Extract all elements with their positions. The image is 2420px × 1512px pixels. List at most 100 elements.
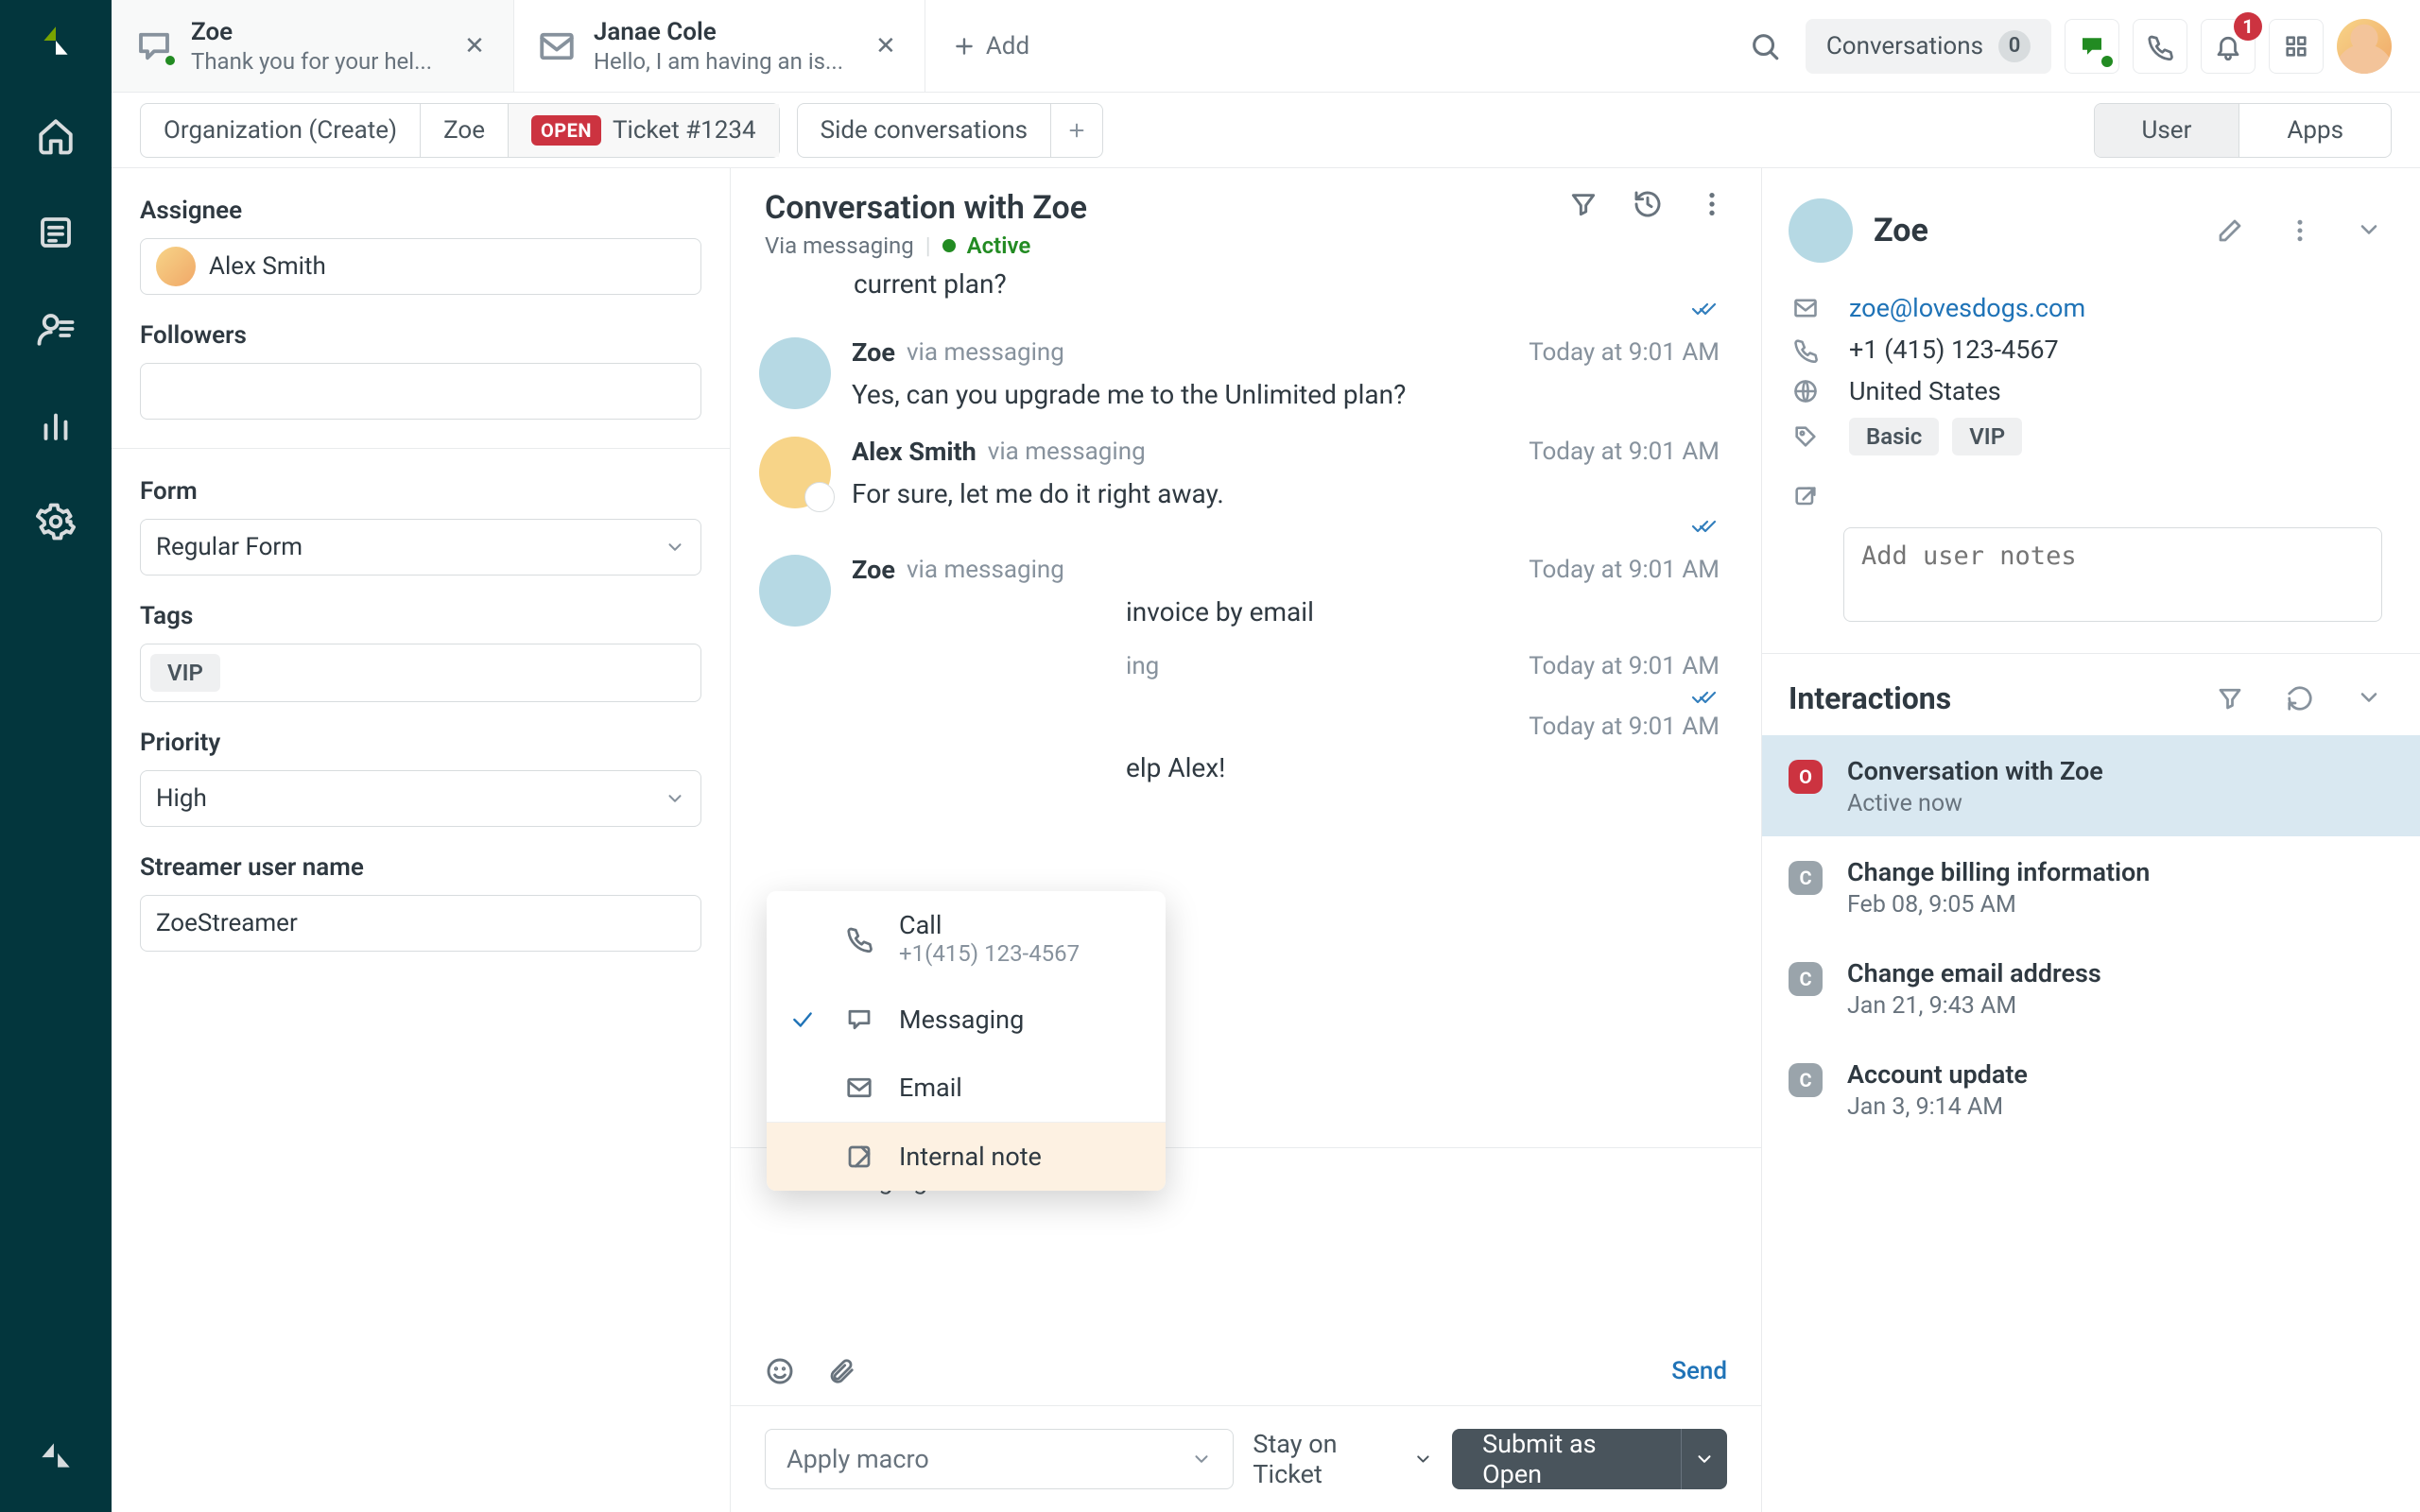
user-name: Zoe — [1874, 212, 1928, 249]
side-conversations-button[interactable]: Side conversations — [797, 103, 1103, 158]
tag-chip[interactable]: Basic — [1849, 418, 1939, 455]
globe-icon — [1789, 378, 1823, 404]
close-icon[interactable]: ✕ — [457, 28, 493, 64]
history-icon[interactable] — [1633, 189, 1663, 219]
streamer-field[interactable]: ZoeStreamer — [140, 895, 701, 952]
interaction-sub: Jan 3, 9:14 AM — [1847, 1093, 2028, 1121]
apply-macro-select[interactable]: Apply macro — [765, 1429, 1234, 1489]
message-via: via messaging — [907, 556, 1064, 584]
user-location: United States — [1849, 376, 2001, 406]
presence-dot — [163, 53, 178, 68]
channel-option-email[interactable]: Email — [767, 1054, 1166, 1122]
profile-avatar[interactable] — [2337, 19, 2392, 74]
conversations-count: 0 — [1998, 30, 2031, 62]
chevron-down-icon — [1413, 1449, 1433, 1469]
email-icon — [1789, 295, 1823, 321]
notifications-icon[interactable]: 1 — [2201, 19, 2256, 74]
form-select[interactable]: Regular Form — [140, 519, 701, 576]
interactions-title: Interactions — [1789, 680, 1951, 716]
emoji-icon[interactable] — [765, 1356, 795, 1386]
tag-icon — [1789, 423, 1823, 450]
send-button[interactable]: Send — [1671, 1357, 1727, 1385]
nav-reporting-icon[interactable] — [27, 397, 84, 454]
chat-status-icon[interactable] — [2065, 19, 2119, 74]
followers-label: Followers — [140, 321, 701, 350]
interaction-item[interactable]: C Change email address Jan 21, 9:43 AM — [1762, 937, 2420, 1039]
submit-button[interactable]: Submit as Open — [1452, 1429, 1681, 1489]
submit-dropdown[interactable] — [1681, 1429, 1727, 1489]
message-timestamp: Today at 9:01 AM — [1529, 713, 1720, 741]
message-author: Alex Smith — [852, 437, 977, 467]
add-tab-label: Add — [986, 32, 1029, 60]
interaction-item[interactable]: O Conversation with Zoe Active now — [1762, 735, 2420, 836]
tag-chip[interactable]: VIP — [1952, 418, 2022, 455]
channel-option-call[interactable]: Call +1(415) 123-4567 — [767, 891, 1166, 986]
priority-label: Priority — [140, 729, 701, 757]
overflow-icon[interactable] — [1697, 189, 1727, 219]
filter-icon[interactable] — [2216, 684, 2244, 713]
breadcrumb-ticket[interactable]: OPEN Ticket #1234 — [508, 104, 779, 157]
message-text: For sure, let me do it right away. — [852, 478, 1720, 509]
breadcrumb-org[interactable]: Organization (Create) — [141, 104, 420, 157]
message-text: current plan? — [731, 268, 1761, 300]
chevron-down-icon[interactable] — [2356, 216, 2382, 245]
tag-chip[interactable]: VIP — [150, 654, 220, 692]
brand-logo[interactable] — [28, 13, 83, 68]
channel-option-messaging[interactable]: Messaging — [767, 986, 1166, 1054]
nav-customers-icon[interactable] — [27, 301, 84, 357]
apps-grid-icon[interactable] — [2269, 19, 2324, 74]
tags-field[interactable]: VIP — [140, 644, 701, 702]
user-context-panel: Zoe zoe@lovesdogs.com +1 (415) 123-4567 — [1762, 168, 2420, 1512]
conversations-label: Conversations — [1826, 32, 1983, 60]
panel-user-tab[interactable]: User — [2095, 104, 2239, 157]
message-timestamp: Today at 9:01 AM — [1529, 556, 1720, 584]
message-text: elp Alex! — [852, 752, 1720, 783]
overflow-icon[interactable] — [2286, 216, 2314, 245]
interactions-list: O Conversation with Zoe Active now C Cha… — [1762, 735, 2420, 1140]
edit-icon[interactable] — [2216, 216, 2244, 245]
app-rail — [0, 0, 112, 1512]
followers-field[interactable] — [140, 363, 701, 420]
breadcrumb-group: Organization (Create) Zoe OPEN Ticket #1… — [140, 103, 780, 158]
nav-zendesk-icon[interactable] — [27, 1427, 84, 1484]
check-icon — [786, 1007, 820, 1032]
conversation-status: Active — [967, 232, 1031, 259]
conversations-button[interactable]: Conversations 0 — [1806, 19, 2051, 74]
interaction-title: Conversation with Zoe — [1847, 756, 2103, 786]
assignee-label: Assignee — [140, 197, 701, 225]
chevron-down-icon[interactable] — [2356, 684, 2382, 713]
message: Zoe via messaging Today at 9:01 AM Yes, … — [731, 318, 1761, 418]
refresh-icon[interactable] — [2286, 684, 2314, 713]
workspace-tab[interactable]: Zoe Thank you for your hel... ✕ — [112, 0, 514, 92]
add-tab-button[interactable]: Add — [925, 0, 1056, 92]
nav-home-icon[interactable] — [27, 108, 84, 164]
breadcrumb-user[interactable]: Zoe — [420, 104, 508, 157]
message-timestamp: Today at 9:01 AM — [1529, 438, 1720, 466]
message: Alex Smith via messaging Today at 9:01 A… — [731, 418, 1761, 517]
plus-icon[interactable] — [1050, 104, 1102, 157]
interaction-item[interactable]: C Change billing information Feb 08, 9:0… — [1762, 836, 2420, 937]
message-author: Zoe — [852, 555, 895, 585]
close-icon[interactable]: ✕ — [868, 28, 904, 64]
search-icon[interactable] — [1737, 19, 1792, 74]
notifications-count: 1 — [2234, 12, 2262, 41]
attachment-icon[interactable] — [827, 1356, 856, 1386]
filter-icon[interactable] — [1568, 189, 1599, 219]
nav-admin-icon[interactable] — [27, 493, 84, 550]
nav-views-icon[interactable] — [27, 204, 84, 261]
workspace-tab[interactable]: Janae Cole Hello, I am having an is... ✕ — [514, 0, 925, 92]
message-via: via messaging — [907, 338, 1064, 367]
stay-on-ticket-select[interactable]: Stay on Ticket — [1253, 1429, 1433, 1489]
channel-option-internal-note[interactable]: Internal note — [767, 1122, 1166, 1191]
user-notes-textarea[interactable] — [1843, 527, 2382, 622]
priority-select[interactable]: High — [140, 770, 701, 827]
user-email[interactable]: zoe@lovesdogs.com — [1849, 293, 2085, 323]
interaction-item[interactable]: C Account update Jan 3, 9:14 AM — [1762, 1039, 2420, 1140]
assignee-field[interactable]: Alex Smith — [140, 238, 701, 295]
talk-status-icon[interactable] — [2133, 19, 2187, 74]
interaction-badge: C — [1789, 861, 1823, 895]
panel-apps-tab[interactable]: Apps — [2238, 104, 2391, 157]
ticket-properties-panel: Assignee Alex Smith Followers Form Regul… — [112, 168, 731, 1512]
interaction-sub: Active now — [1847, 790, 2103, 817]
interaction-badge: C — [1789, 1063, 1823, 1097]
